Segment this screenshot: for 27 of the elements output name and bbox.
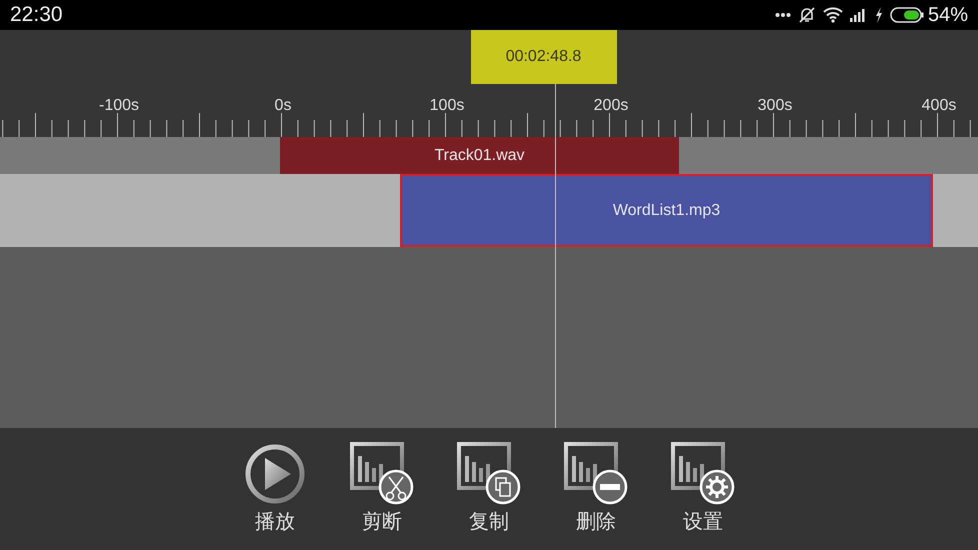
play-button[interactable]: 播放: [243, 442, 307, 550]
muted-bell-icon: [798, 6, 816, 24]
gear-icon: [671, 442, 735, 506]
audio-clip[interactable]: Track01.wav: [280, 137, 679, 174]
audio-clip[interactable]: WordList1.mp3: [400, 174, 933, 247]
minus-icon: [564, 442, 628, 506]
more-dots-icon: [774, 12, 791, 18]
scissors-icon: [350, 442, 414, 506]
battery-percent: 54%: [928, 4, 968, 26]
ruler-label: 200s: [594, 97, 628, 114]
copy-icon: [457, 442, 521, 506]
ruler-label: 300s: [758, 97, 792, 114]
playhead-timecode: 00:02:48.8: [470, 30, 616, 84]
ruler-label: 100s: [430, 97, 464, 114]
charging-bolt-icon: [874, 7, 883, 23]
copy-button[interactable]: 复制: [457, 442, 521, 550]
cut-button[interactable]: 剪断: [350, 442, 414, 550]
ruler-label: 0s: [274, 97, 292, 114]
delete-button[interactable]: 删除: [564, 442, 628, 550]
settings-button[interactable]: 设置: [671, 442, 735, 550]
ruler-label: 400s: [922, 97, 956, 114]
battery-icon: [890, 7, 924, 23]
time-ruler[interactable]: -100s 0s 100s 200s 300s 400s: [0, 84, 978, 137]
play-icon: [243, 442, 307, 506]
clock-time: 22:30: [10, 3, 63, 27]
ruler-label: -100s: [98, 97, 140, 114]
wifi-icon: [822, 7, 843, 23]
